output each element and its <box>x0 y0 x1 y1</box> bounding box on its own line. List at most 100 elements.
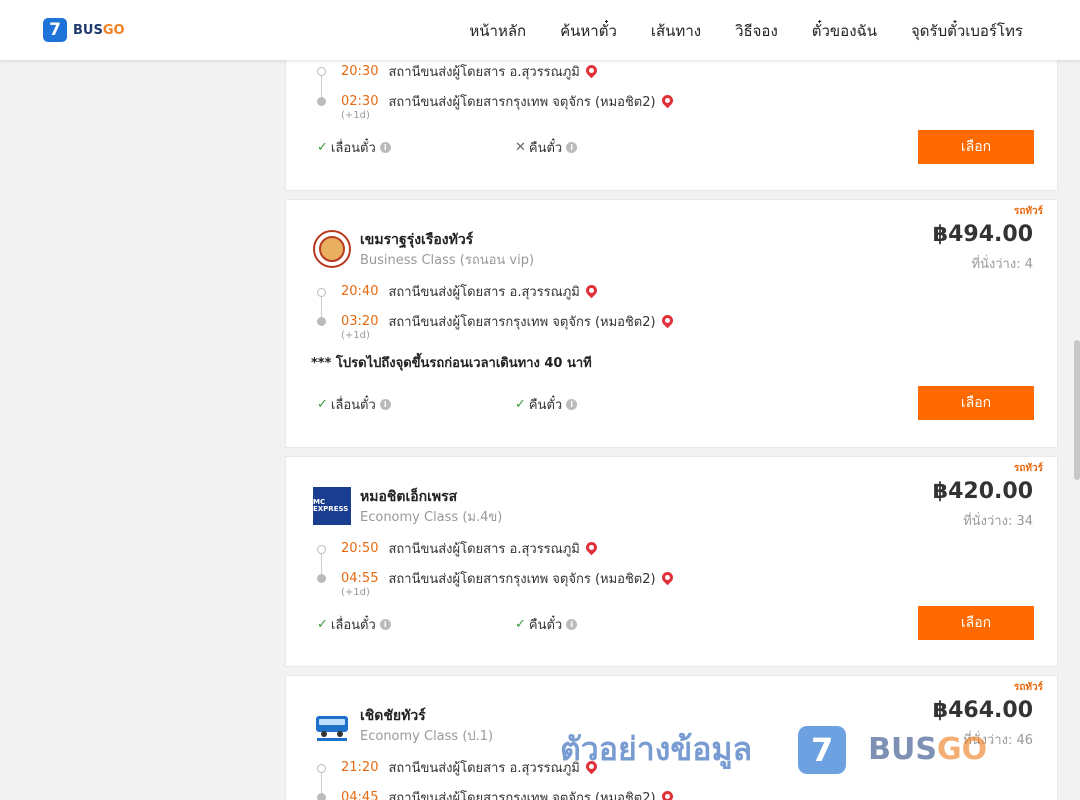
cross-icon: ✕ <box>515 140 526 155</box>
arrival-dot <box>317 793 326 800</box>
departure-time: 20:50 <box>341 541 379 556</box>
ticket-price: ฿494.00 <box>932 222 1033 247</box>
select-button[interactable]: เลือก <box>918 606 1034 640</box>
nav-home[interactable]: หน้าหลัก <box>469 19 526 43</box>
site-logo[interactable]: 7 BUSGO <box>43 18 125 42</box>
arrival-stop: 03:20 สถานีขนส่งผู้โดยสารกรุงเทพ จตุจักร… <box>341 311 673 332</box>
change-label: เลื่อนตั๋ว <box>330 141 376 156</box>
ticket-price: ฿420.00 <box>932 479 1033 504</box>
next-day-indicator: (+1d) <box>341 587 370 598</box>
map-pin-icon[interactable] <box>586 542 597 556</box>
bus-class: Business Class (รถนอน vip) <box>360 253 535 268</box>
departure-stop: 21:20 สถานีขนส่งผู้โดยสาร อ.สุวรรณภูมิ <box>341 757 597 778</box>
map-pin-icon[interactable] <box>662 572 673 586</box>
departure-time: 21:20 <box>341 760 379 775</box>
operator-name: หมอชิตเอ็กเพรส <box>360 489 458 505</box>
nav-pickup-points[interactable]: จุดรับตั๋วเบอร์โทร <box>911 19 1023 43</box>
departure-dot <box>317 67 326 76</box>
operator-logo <box>313 230 351 268</box>
change-label: เลื่อนตั๋ว <box>330 618 376 633</box>
departure-dot <box>317 764 326 773</box>
arrival-time: 04:45 <box>341 790 379 800</box>
departure-time: 20:40 <box>341 284 379 299</box>
arrival-dot <box>317 574 326 583</box>
ticket-price: ฿464.00 <box>932 698 1033 723</box>
nav-routes[interactable]: เส้นทาง <box>651 19 701 43</box>
arrival-time: 02:30 <box>341 94 379 109</box>
operator-logo <box>313 706 351 744</box>
watermark-logo-icon: 7 <box>798 725 847 774</box>
map-pin-icon[interactable] <box>662 95 673 109</box>
nav-search-tickets[interactable]: ค้นหาตั๋ว <box>560 19 617 43</box>
nav-my-tickets[interactable]: ตั๋วของฉัน <box>812 19 877 43</box>
departure-dot <box>317 545 326 554</box>
departure-stop: 20:50 สถานีขนส่งผู้โดยสาร อ.สุวรรณภูมิ <box>341 538 597 559</box>
arrival-station: สถานีขนส่งผู้โดยสารกรุงเทพ จตุจักร (หมอช… <box>388 572 656 587</box>
page-scrollbar[interactable] <box>1074 340 1080 480</box>
tour-tag: รถทัวร์ <box>1013 682 1043 693</box>
logo-mark-icon: 7 <box>43 18 67 42</box>
map-pin-icon[interactable] <box>662 315 673 329</box>
info-icon[interactable]: i <box>566 619 578 630</box>
tour-tag: รถทัวร์ <box>1013 463 1043 474</box>
trip-card: รถทัวร์ เขมราฐรุ่งเรืองทัวร์ Business Cl… <box>285 199 1058 448</box>
arrival-station: สถานีขนส่งผู้โดยสารกรุงเทพ จตุจักร (หมอช… <box>388 791 656 800</box>
sample-watermark: ตัวอย่างข้อมูล 7 BUSGO <box>560 724 987 775</box>
map-pin-icon[interactable] <box>586 65 597 79</box>
top-header: 7 BUSGO หน้าหลัก ค้นหาตั๋ว เส้นทาง วิธีจ… <box>0 0 1080 60</box>
departure-station: สถานีขนส่งผู้โดยสาร อ.สุวรรณภูมิ <box>388 542 580 557</box>
info-icon[interactable]: i <box>379 619 391 630</box>
operator-name: เขมราฐรุ่งเรืองทัวร์ <box>360 232 474 248</box>
info-icon[interactable]: i <box>566 142 578 153</box>
check-icon: ✓ <box>317 140 328 155</box>
map-pin-icon[interactable] <box>586 285 597 299</box>
change-label: เลื่อนตั๋ว <box>330 398 376 413</box>
tour-tag: รถทัวร์ <box>1013 206 1043 217</box>
check-icon: ✓ <box>515 617 526 632</box>
refund-policy: ✕ คืนตั๋ว i <box>515 137 578 158</box>
next-day-indicator: (+1d) <box>341 110 370 121</box>
check-icon: ✓ <box>515 397 526 412</box>
departure-time: 20:30 <box>341 64 379 79</box>
departure-station: สถานีขนส่งผู้โดยสาร อ.สุวรรณภูมิ <box>388 761 580 776</box>
logo-text: BUSGO <box>73 22 125 38</box>
watermark-text: ตัวอย่างข้อมูล <box>560 730 753 768</box>
arrival-station: สถานีขนส่งผู้โดยสารกรุงเทพ จตุจักร (หมอช… <box>388 315 656 330</box>
info-icon[interactable]: i <box>379 399 391 410</box>
arrival-stop: 02:30 สถานีขนส่งผู้โดยสารกรุงเทพ จตุจักร… <box>341 91 673 112</box>
boarding-note: *** โปรดไปถึงจุดขึ้นรถก่อนเวลาเดินทาง 40… <box>311 356 592 371</box>
operator-logo: MC EXPRESS <box>313 487 351 525</box>
change-policy: ✓ เลื่อนตั๋ว i <box>317 394 391 415</box>
info-icon[interactable]: i <box>566 399 578 410</box>
main-nav: หน้าหลัก ค้นหาตั๋ว เส้นทาง วิธีจอง ตั๋วข… <box>435 19 1023 43</box>
arrival-dot <box>317 317 326 326</box>
info-icon[interactable]: i <box>379 142 391 153</box>
departure-station: สถานีขนส่งผู้โดยสาร อ.สุวรรณภูมิ <box>388 65 580 80</box>
select-button[interactable]: เลือก <box>918 386 1034 420</box>
arrival-stop: 04:55 สถานีขนส่งผู้โดยสารกรุงเทพ จตุจักร… <box>341 568 673 589</box>
bus-logo-icon <box>316 716 348 741</box>
refund-label: คืนตั๋ว <box>528 141 563 156</box>
arrival-dot <box>317 97 326 106</box>
change-policy: ✓ เลื่อนตั๋ว i <box>317 614 391 635</box>
operator-logo-text: MC EXPRESS <box>313 498 349 513</box>
map-pin-icon[interactable] <box>662 791 673 800</box>
refund-policy: ✓ คืนตั๋ว i <box>515 394 578 415</box>
trip-card: 20:30 สถานีขนส่งผู้โดยสาร อ.สุวรรณภูมิ 0… <box>285 40 1058 191</box>
nav-how-to-book[interactable]: วิธีจอง <box>735 19 778 43</box>
arrival-time: 03:20 <box>341 314 379 329</box>
operator-name: เชิดชัยทัวร์ <box>360 708 426 724</box>
refund-policy: ✓ คืนตั๋ว i <box>515 614 578 635</box>
trip-card: รถทัวร์ MC EXPRESS หมอชิตเอ็กเพรส Econom… <box>285 456 1058 667</box>
operator-logo-emblem <box>319 236 345 262</box>
departure-stop: 20:30 สถานีขนส่งผู้โดยสาร อ.สุวรรณภูมิ <box>341 61 597 82</box>
check-icon: ✓ <box>317 617 328 632</box>
departure-dot <box>317 288 326 297</box>
arrival-station: สถานีขนส่งผู้โดยสารกรุงเทพ จตุจักร (หมอช… <box>388 95 656 110</box>
watermark-brand: BUSGO <box>868 732 988 767</box>
change-policy: ✓ เลื่อนตั๋ว i <box>317 137 391 158</box>
check-icon: ✓ <box>317 397 328 412</box>
select-button[interactable]: เลือก <box>918 130 1034 164</box>
arrival-stop: 04:45 สถานีขนส่งผู้โดยสารกรุงเทพ จตุจักร… <box>341 787 673 800</box>
refund-label: คืนตั๋ว <box>528 618 563 633</box>
